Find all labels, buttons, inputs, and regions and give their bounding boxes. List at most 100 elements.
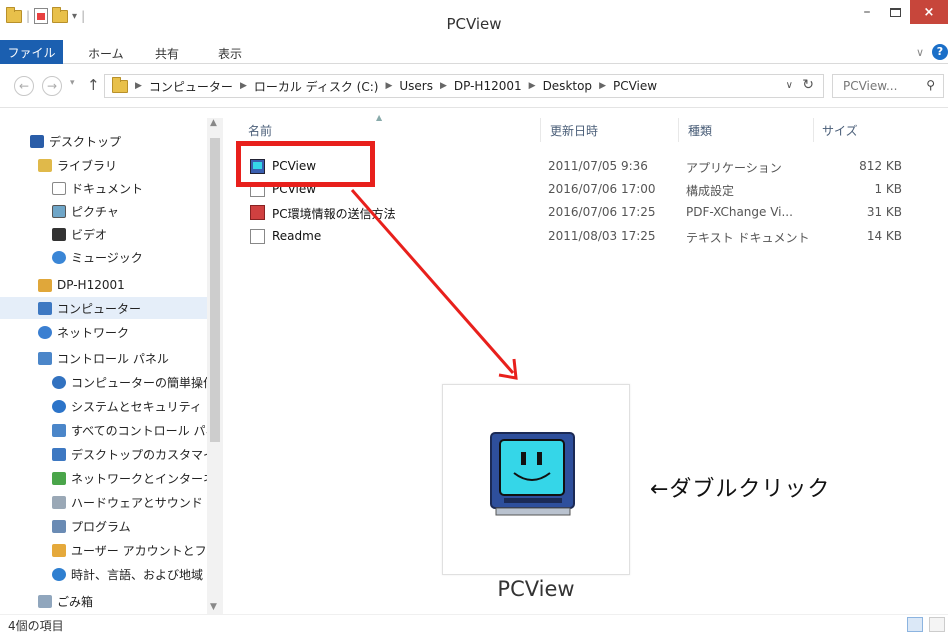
sidebar-item-label: DP-H12001 (57, 278, 125, 292)
breadcrumb-separator-icon[interactable]: ▶ (385, 81, 392, 91)
breadcrumb-local-disk[interactable]: ローカル ディスク (C:) (254, 78, 379, 95)
sidebar-item-recycle-bin[interactable]: ごみ箱 (38, 590, 93, 612)
sidebar-item-system-security[interactable]: システムとセキュリティ (52, 395, 202, 417)
tab-share[interactable]: 共有 (155, 43, 179, 63)
recycle-bin-icon (38, 594, 52, 608)
help-icon[interactable]: ? (932, 44, 948, 60)
sidebar-item-user[interactable]: DP-H12001 (38, 274, 125, 296)
sort-ascending-icon: ▲ (376, 113, 383, 122)
file-name: Readme (272, 229, 322, 243)
column-header-name[interactable]: 名前 (248, 122, 272, 139)
title-bar: | ▾ | PCView – × (0, 0, 948, 40)
user-folder-icon (38, 278, 52, 292)
search-input[interactable]: PCView... ⚲ (832, 74, 944, 98)
breadcrumb-user[interactable]: DP-H12001 (454, 79, 522, 93)
tab-file[interactable]: ファイル (0, 40, 63, 64)
expand-ribbon-chevron-icon[interactable]: ∨ (916, 46, 924, 59)
maximize-icon (889, 7, 901, 17)
file-name: PC環境情報の送信方法 (272, 207, 396, 221)
column-header-size[interactable]: サイズ (822, 122, 858, 139)
sidebar-item-documents[interactable]: ドキュメント (52, 177, 143, 199)
close-button[interactable]: × (910, 0, 948, 24)
sidebar-item-label: 時計、言語、および地域 (71, 567, 204, 582)
sidebar-item-videos[interactable]: ビデオ (52, 223, 107, 245)
navigation-pane: デスクトップ ライブラリ ドキュメント ピクチャ ビデオ ミュージック DP-H… (0, 118, 207, 614)
sidebar-item-clock-language[interactable]: 時計、言語、および地域 (52, 563, 203, 585)
large-icons-view-icon[interactable] (929, 617, 945, 632)
documents-icon (52, 181, 66, 195)
sidebar-item-libraries[interactable]: ライブラリ (38, 154, 117, 176)
sidebar-item-label: ミュージック (71, 250, 143, 265)
breadcrumb-desktop[interactable]: Desktop (543, 79, 593, 93)
sidebar-item-desktop[interactable]: デスクトップ (30, 130, 121, 152)
file-size: 31 KB (866, 205, 902, 219)
status-bar: 4個の項目 (0, 614, 948, 635)
file-size: 812 KB (859, 159, 902, 173)
column-header-type[interactable]: 種類 (688, 122, 712, 139)
breadcrumb-separator-icon[interactable]: ▶ (240, 81, 247, 91)
programs-icon (52, 519, 66, 533)
sidebar-item-personalize[interactable]: デスクトップのカスタマイズ (52, 443, 207, 465)
sidebar-item-label: コントロール パネル (57, 351, 169, 366)
sidebar-item-label: コンピューターの簡単操作 (71, 375, 207, 390)
control-panel-icon (38, 351, 52, 365)
breadcrumb-separator-icon[interactable]: ▶ (529, 81, 536, 91)
sidebar-item-computer[interactable]: コンピューター (0, 297, 207, 319)
sidebar-item-label: コンピューター (57, 301, 142, 316)
network-icon (38, 325, 52, 339)
up-button[interactable]: ↑ (87, 76, 100, 94)
tab-view[interactable]: 表示 (218, 43, 242, 63)
item-count: 4個の項目 (8, 619, 64, 633)
desktop-icon (30, 134, 44, 148)
sidebar-item-pictures[interactable]: ピクチャ (52, 200, 119, 222)
ribbon-controls: ∨ ? (916, 44, 948, 60)
column-divider[interactable] (813, 118, 814, 142)
sidebar-item-network-internet[interactable]: ネットワークとインターネット (52, 467, 207, 489)
sidebar-item-label: ドキュメント (71, 181, 144, 196)
hardware-sound-icon (52, 495, 66, 509)
minimize-button[interactable]: – (852, 0, 882, 24)
sidebar-item-all-control-panel[interactable]: すべてのコントロール パネル (52, 419, 207, 441)
back-button[interactable]: ← (14, 76, 34, 96)
scrollbar-thumb[interactable] (210, 138, 220, 442)
breadcrumb-users[interactable]: Users (399, 79, 433, 93)
breadcrumb-computer[interactable]: コンピューター (149, 78, 233, 95)
tab-home[interactable]: ホーム (88, 43, 124, 63)
file-size: 1 KB (874, 182, 902, 196)
address-dropdown-icon[interactable]: ∨ (786, 80, 793, 91)
text-file-icon (250, 229, 265, 244)
sidebar-item-control-panel[interactable]: コントロール パネル (38, 347, 169, 369)
double-click-instruction: ←ダブルクリック (650, 477, 831, 502)
breadcrumb-separator-icon[interactable]: ▶ (135, 81, 142, 91)
sidebar-item-music[interactable]: ミュージック (52, 246, 143, 268)
breadcrumb-separator-icon[interactable]: ▶ (440, 81, 447, 91)
column-divider[interactable] (540, 118, 541, 142)
ribbon-tabs: ファイル ホーム 共有 表示 ∨ ? (0, 40, 948, 64)
search-icon[interactable]: ⚲ (926, 78, 935, 92)
file-row[interactable]: Readme 2011/08/03 17:25 テキスト ドキュメント 14 K… (246, 226, 916, 248)
recent-locations-dropdown[interactable]: ▾ (70, 78, 75, 88)
navigation-scrollbar[interactable]: ▲ ▼ (207, 118, 223, 614)
sidebar-item-label: デスクトップのカスタマイズ (71, 447, 207, 462)
maximize-button[interactable] (882, 0, 908, 24)
pdf-icon (250, 205, 265, 220)
details-view-icon[interactable] (907, 617, 923, 632)
column-header-date[interactable]: 更新日時 (550, 122, 598, 139)
column-divider[interactable] (678, 118, 679, 142)
sidebar-item-network[interactable]: ネットワーク (38, 321, 129, 343)
sidebar-item-hardware-sound[interactable]: ハードウェアとサウンド (52, 491, 203, 513)
scroll-down-icon[interactable]: ▼ (210, 602, 217, 612)
breadcrumb-separator-icon[interactable]: ▶ (599, 81, 606, 91)
sidebar-item-user-accounts[interactable]: ユーザー アカウントとファミリー (52, 539, 207, 561)
file-row[interactable]: PC環境情報の送信方法 2016/07/06 17:25 PDF-XChange… (246, 202, 916, 224)
forward-button[interactable]: → (42, 76, 62, 96)
computer-icon (38, 301, 52, 315)
scroll-up-icon[interactable]: ▲ (210, 118, 217, 128)
address-bar[interactable]: ▶ コンピューター ▶ ローカル ディスク (C:) ▶ Users ▶ DP-… (104, 74, 824, 98)
file-date: 2016/07/06 17:25 (548, 205, 656, 219)
sidebar-item-programs[interactable]: プログラム (52, 515, 131, 537)
sidebar-item-ease-of-access[interactable]: コンピューターの簡単操作 (52, 371, 207, 393)
breadcrumb-pcview[interactable]: PCView (613, 79, 657, 93)
file-type: テキスト ドキュメント (686, 231, 810, 245)
refresh-icon[interactable]: ↻ (802, 77, 814, 93)
